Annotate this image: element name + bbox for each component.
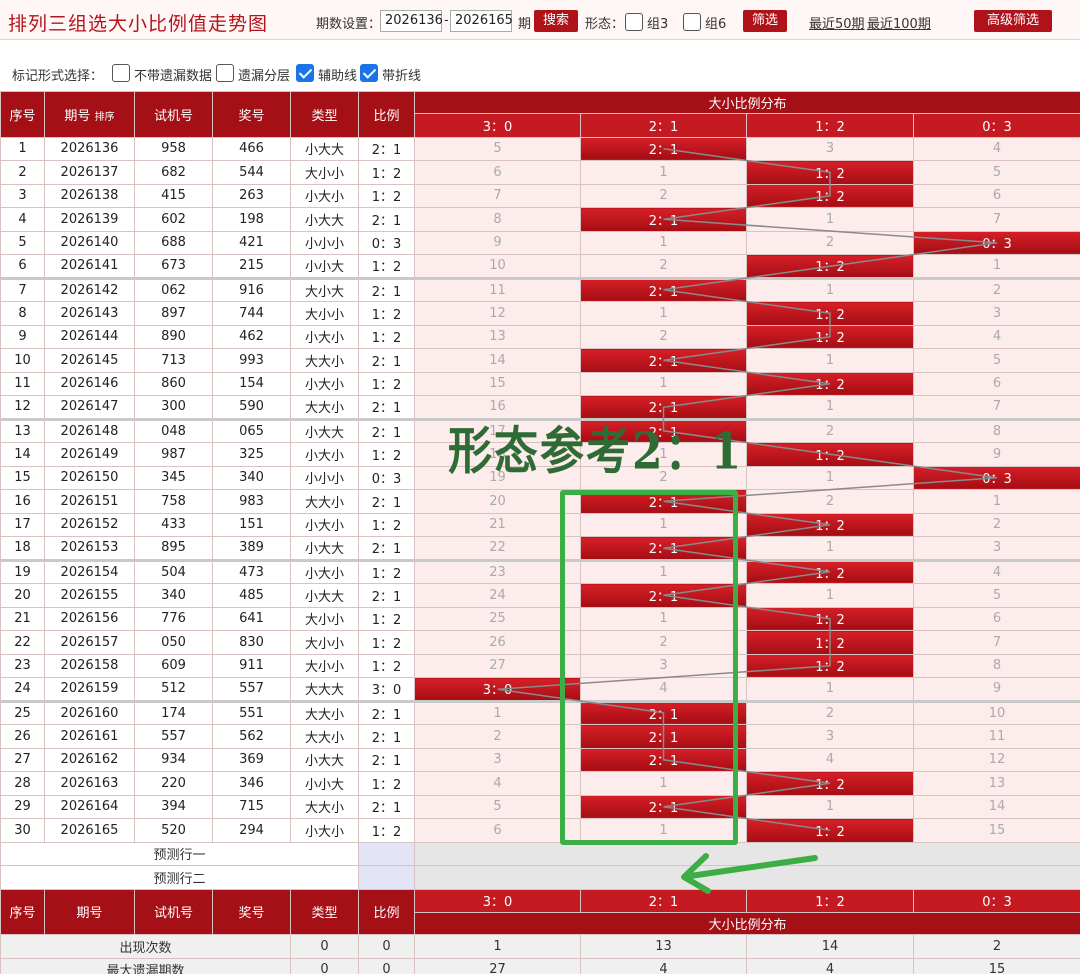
annotation-arrow-icon (681, 853, 818, 894)
